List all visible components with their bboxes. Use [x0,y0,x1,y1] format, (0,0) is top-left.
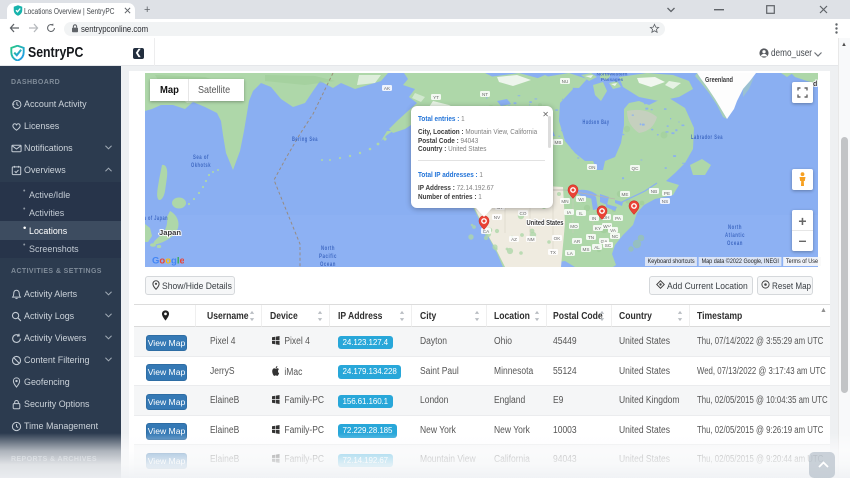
svg-text:QC: QC [632,166,640,171]
svg-text:OK: OK [554,236,562,241]
svg-text:Passages: Passages [601,77,623,83]
svg-text:NS: NS [662,199,668,204]
svg-text:AL: AL [594,245,600,250]
svg-text:TN: TN [588,235,594,240]
svg-text:MS: MS [583,247,590,252]
svg-text:North: North [728,224,742,231]
svg-text:Bering Sea: Bering Sea [292,136,318,143]
svg-text:IN: IN [592,216,597,221]
svg-text:MN: MN [561,199,568,204]
svg-text:Japan: Japan [159,230,181,237]
svg-text:United States: United States [527,218,564,227]
svg-text:MO: MO [570,224,578,229]
svg-text:ME: ME [622,192,629,197]
svg-text:AZ: AZ [511,237,517,242]
svg-text:Sea of: Sea of [193,154,209,161]
svg-text:Atlantic: Atlantic [725,232,745,239]
svg-text:KY: KY [595,226,601,231]
svg-text:VA: VA [610,228,617,233]
svg-text:AR: AR [574,239,581,244]
svg-text:Ocean: Ocean [727,240,743,247]
svg-text:NC: NC [612,234,619,239]
svg-text:Hudson Bay: Hudson Bay [583,119,610,126]
svg-text:Sea of Japan: Sea of Japan [145,215,168,222]
svg-text:SC: SC [605,243,612,248]
svg-text:NT: NT [482,92,488,97]
svg-text:Labrador Sea: Labrador Sea [691,134,723,141]
svg-text:CO: CO [520,211,527,216]
svg-text:PE: PE [664,191,670,196]
svg-text:TX: TX [550,250,556,255]
svg-text:d: d [813,81,817,88]
svg-text:YT: YT [433,95,439,100]
svg-text:LA: LA [567,251,574,256]
svg-text:WI: WI [578,197,584,202]
svg-text:PA: PA [615,216,622,221]
svg-text:Google: Google [152,256,184,267]
svg-text:NU: NU [562,79,569,84]
svg-text:Okhotsk: Okhotsk [191,162,211,169]
svg-text:Northwestern: Northwestern [597,73,628,78]
svg-text:ON: ON [589,165,596,170]
svg-text:Pacific: Pacific [319,253,337,260]
svg-text:NV: NV [494,215,501,220]
svg-text:MB: MB [555,140,562,145]
svg-text:NB: NB [651,189,657,194]
svg-text:North: North [321,245,335,252]
svg-text:Greenland: Greenland [705,77,733,84]
svg-text:AK: AK [384,86,391,91]
svg-text:Ocean: Ocean [320,261,336,267]
svg-text:IL: IL [579,211,583,216]
svg-text:NM: NM [527,237,534,242]
